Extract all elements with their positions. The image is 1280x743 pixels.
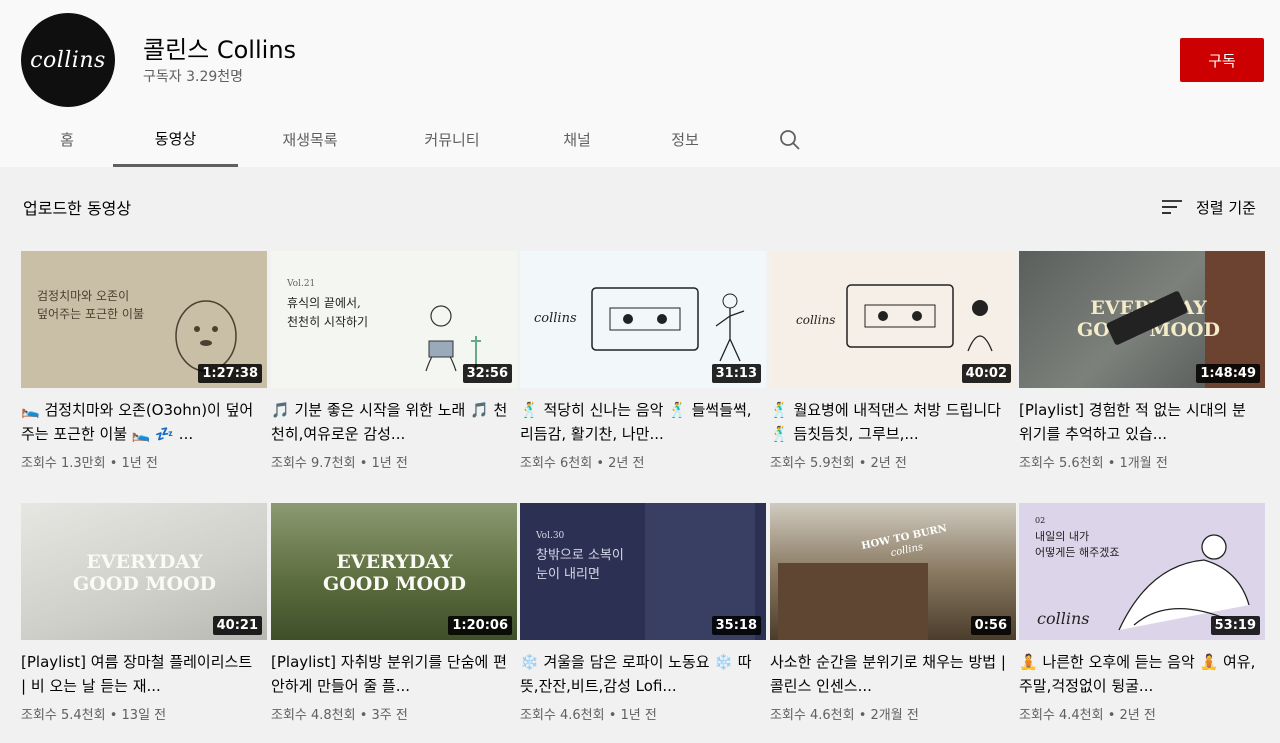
video-thumbnail[interactable]: collins 40:02 [770,251,1016,388]
video-duration: 31:13 [711,364,761,383]
cassette-illustration [591,287,699,351]
video-duration: 40:02 [961,364,1011,383]
video-meta: 조회수 5.6천회 • 1개월 전 [1019,456,1168,471]
video-card[interactable]: HOW TO BURN collins 0:56 사소한 순간을 분위기로 채우… [770,503,1016,723]
video-card[interactable]: 02 내일의 내가 어떻게든 해주겠죠 collins 53:19 🧘 나른한 … [1019,503,1265,723]
cassette-illustration [846,284,954,348]
video-thumbnail[interactable]: EVERYDAY GOOD MOOD 40:21 [21,503,267,640]
thumbnail-text: 검정치마와 오존이 [37,289,130,303]
thumbnail-text: 덮어주는 포근한 이불 [37,307,144,321]
wood-table [778,563,928,640]
tab-home[interactable]: 홈 [40,112,94,167]
video-thumbnail[interactable]: HOW TO BURN collins 0:56 [770,503,1016,640]
video-title[interactable]: 🛌 검정치마와 오존(O3ohn)이 덮어주는 포근한 이불 🛌 💤 ... [21,398,267,446]
video-duration: 0:56 [970,616,1011,635]
channel-tabs: 홈 동영상 재생목록 커뮤니티 채널 정보 [0,112,1280,167]
video-thumbnail[interactable]: 검정치마와 오존이 덮어주는 포근한 이불 1:27:38 [21,251,267,388]
channel-avatar[interactable]: collins [21,13,115,107]
subscribe-button[interactable]: 구독 [1180,38,1264,82]
video-meta: 조회수 9.7천회 • 1년 전 [271,456,408,471]
video-duration: 1:48:49 [1196,364,1260,383]
thumbnail-text: GOOD MOOD [323,573,467,595]
video-card[interactable]: collins 40:02 🕺 월요병에 내적댄스 처방 드립니다 🕺 듬칫듬칫… [770,251,1016,471]
video-card[interactable]: 검정치마와 오존이 덮어주는 포근한 이불 1:27:38 🛌 검정치마와 오존… [21,251,267,471]
thumbnail-text: 휴식의 끝에서, [287,296,361,310]
video-meta: 조회수 5.9천회 • 2년 전 [770,456,907,471]
subscriber-count: 구독자 3.29천명 [143,69,244,85]
dancer-illustration [715,293,745,362]
tab-community[interactable]: 커뮤니티 [400,112,504,167]
thumbnail-text: Vol.21 [287,279,316,289]
tab-playlists[interactable]: 재생목록 [258,112,362,167]
video-title[interactable]: [Playlist] 여름 장마철 플레이리스트 | 비 오는 날 듣는 재..… [21,650,267,698]
thumbnail-text: Vol.30 [536,531,565,541]
tab-channels[interactable]: 채널 [542,112,612,167]
video-meta: 조회수 4.6천회 • 2개월 전 [770,708,919,723]
tab-about[interactable]: 정보 [650,112,720,167]
thumbnail-text: collins [1037,609,1090,628]
sort-button[interactable]: 정렬 기준 [1160,195,1256,219]
video-card[interactable]: Vol.30 창밖으로 소복이 눈이 내리면 35:18 ❄️ 겨울을 담은 로… [520,503,766,723]
video-meta: 조회수 4.6천회 • 1년 전 [520,708,657,723]
thumbnail-text: 천천히 시작하기 [287,315,369,329]
video-title[interactable]: 🕺 적당히 신나는 음악 🕺 들썩들썩, 리듬감, 활기찬, 나만... [520,398,766,446]
video-meta: 조회수 4.8천회 • 3주 전 [271,708,408,723]
video-title[interactable]: ❄️ 겨울을 담은 로파이 노동요 ❄️ 따뜻,잔잔,비트,감성 Lofi... [520,650,766,698]
video-duration: 53:19 [1210,616,1260,635]
video-meta: 조회수 4.4천회 • 2년 전 [1019,708,1156,723]
video-duration: 1:20:06 [448,616,512,635]
video-thumbnail[interactable]: 02 내일의 내가 어떻게든 해주겠죠 collins 53:19 [1019,503,1265,640]
search-icon[interactable] [772,126,808,154]
video-duration: 32:56 [462,364,512,383]
video-duration: 40:21 [212,616,262,635]
video-meta: 조회수 6천회 • 2년 전 [520,456,645,471]
thumbnail-text: GOOD MOOD [73,573,217,595]
video-title[interactable]: [Playlist] 경험한 적 없는 시대의 분위기를 추억하고 있습... [1019,398,1265,446]
thumbnail-text: 창밖으로 소복이 [536,548,624,563]
section-title: 업로드한 동영상 [23,199,132,218]
thumbnail-text: 02 [1035,516,1046,525]
video-meta: 조회수 1.3만회 • 1년 전 [21,456,158,471]
video-card[interactable]: EVERYDAY GOOD MOOD 1:48:49 [Playlist] 경험… [1019,251,1265,471]
video-duration: 35:18 [711,616,761,635]
channel-header: collins 콜린스 Collins 구독자 3.29천명 구독 홈 동영상 … [0,0,1280,167]
thumbnail-text: 눈이 내리면 [536,567,600,582]
video-title[interactable]: [Playlist] 자취방 분위기를 단숨에 편안하게 만들어 줄 플... [271,650,517,698]
video-card[interactable]: Vol.21 휴식의 끝에서, 천천히 시작하기 32:56 🎵 기분 좋은 시… [271,251,517,471]
video-title[interactable]: 🕺 월요병에 내적댄스 처방 드립니다 🕺 듬칫듬칫, 그루브,... [770,398,1016,446]
video-thumbnail[interactable]: EVERYDAY GOOD MOOD 1:48:49 [1019,251,1265,388]
video-title[interactable]: 🎵 기분 좋은 시작을 위한 노래 🎵 천천히,여유로운 감성... [271,398,517,446]
sort-icon [1162,200,1182,214]
video-card[interactable]: collins 31:13 🕺 적당히 신나는 음악 🕺 들썩들썩, 리듬감, … [520,251,766,471]
sort-label: 정렬 기준 [1196,198,1256,217]
thumbnail-text: collins [796,313,836,327]
video-thumbnail[interactable]: collins 31:13 [520,251,766,388]
video-thumbnail[interactable]: Vol.30 창밖으로 소복이 눈이 내리면 35:18 [520,503,766,640]
video-card[interactable]: EVERYDAY GOOD MOOD 40:21 [Playlist] 여름 장… [21,503,267,723]
thumbnail-text: collins [534,311,577,326]
channel-name: 콜린스 Collins [143,36,297,64]
video-card[interactable]: EVERYDAY GOOD MOOD 1:20:06 [Playlist] 자취… [271,503,517,723]
video-title[interactable]: 🧘 나른한 오후에 듣는 음악 🧘 여유,주말,걱정없이 뒹굴... [1019,650,1265,698]
channel-logo-text: collins [30,47,106,73]
person-illustration [967,300,993,352]
thumbnail-text: EVERYDAY [86,551,203,573]
video-title[interactable]: 사소한 순간을 분위기로 채우는 방법 | 콜린스 인센스... [770,650,1016,698]
video-thumbnail[interactable]: Vol.21 휴식의 끝에서, 천천히 시작하기 32:56 [271,251,517,388]
thumbnail-text: EVERYDAY [336,551,453,573]
thumbnail-text: 내일의 내가 [1035,530,1090,543]
thumbnail-text: 어떻게든 해주겠죠 [1035,546,1120,559]
videos-section: 업로드한 동영상 정렬 기준 검정치마와 오존이 덮어주는 포근한 이불 1:2… [0,167,1280,743]
video-meta: 조회수 5.4천회 • 13일 전 [21,708,167,723]
video-thumbnail[interactable]: EVERYDAY GOOD MOOD 1:20:06 [271,503,517,640]
tab-videos[interactable]: 동영상 [113,112,238,167]
video-duration: 1:27:38 [198,364,262,383]
